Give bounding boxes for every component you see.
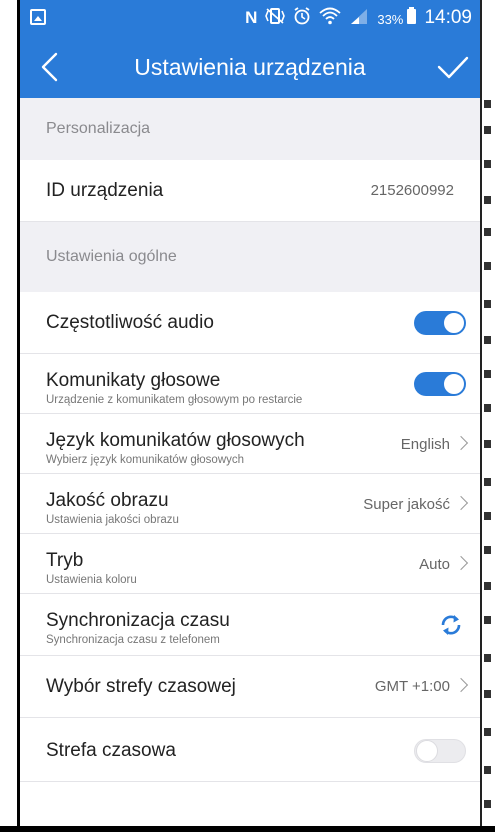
section-header-personalization: Personalizacja	[20, 98, 480, 160]
image-quality-label: Jakość obrazu	[46, 490, 169, 511]
row-time-sync: Synchronizacja czasu Synchronizacja czas…	[20, 594, 480, 656]
mode-sub: Ustawienia koloru	[46, 574, 137, 586]
status-bar: N 33% 14:09	[20, 0, 480, 36]
image-quality-value-text: Super jakość	[363, 496, 450, 513]
row-timezone-select[interactable]: Wybór strefy czasowej GMT +1:00	[20, 656, 480, 718]
row-timezone: Strefa czasowa	[20, 718, 480, 782]
left-frame-border	[0, 0, 20, 832]
row-image-quality[interactable]: Jakość obrazu Ustawienia jakości obrazu …	[20, 474, 480, 534]
status-icons: N 33%	[245, 6, 416, 30]
audio-frequency-label: Częstotliwość audio	[46, 312, 214, 333]
timezone-label: Strefa czasowa	[46, 740, 176, 761]
chevron-left-icon	[41, 52, 58, 82]
mode-value-text: Auto	[419, 556, 450, 573]
timezone-select-label: Wybór strefy czasowej	[46, 676, 236, 697]
sync-icon[interactable]	[438, 612, 464, 638]
timezone-select-value-text: GMT +1:00	[374, 678, 450, 695]
voice-messages-label: Komunikaty głosowe	[46, 370, 221, 391]
row-device-id: ID urządzenia 2152600992	[20, 160, 480, 222]
page-title: Ustawienia urządzenia	[134, 54, 366, 80]
mode-value: Auto	[419, 555, 469, 573]
voice-language-value-text: English	[400, 436, 450, 453]
device-id-label: ID urządzenia	[46, 180, 164, 201]
chevron-right-icon	[453, 555, 469, 571]
row-partial-next	[20, 782, 480, 826]
battery-percent: 33%	[377, 12, 404, 27]
row-audio-frequency: Częstotliwość audio	[20, 292, 480, 354]
device-screen: N 33% 14:09 Ustawienia urządzenia Person…	[20, 0, 480, 826]
section-header-general: Ustawienia ogólne	[20, 222, 480, 292]
notification-image-icon	[30, 9, 46, 25]
voice-language-label: Język komunikatów głosowych	[46, 430, 305, 451]
mode-label: Tryb	[46, 550, 84, 571]
time-sync-sub: Synchronizacja czasu z telefonem	[46, 634, 220, 646]
vibrate-icon	[265, 7, 286, 30]
row-voice-language[interactable]: Język komunikatów głosowych Wybierz języ…	[20, 414, 480, 474]
voice-language-sub: Wybierz język komunikatów głosowych	[46, 454, 245, 466]
bottom-frame-border	[0, 826, 495, 832]
nfc-icon: N	[245, 8, 258, 27]
voice-messages-sub: Urządzenie z komunikatem głosowym po res…	[46, 394, 303, 406]
voice-messages-toggle[interactable]	[414, 372, 466, 396]
status-time: 14:09	[424, 7, 472, 28]
battery-indicator: 33%	[377, 7, 416, 27]
chevron-right-icon	[453, 435, 469, 451]
wifi-icon	[319, 7, 341, 30]
timezone-select-value: GMT +1:00	[374, 677, 469, 695]
back-button[interactable]	[34, 50, 68, 84]
voice-language-value: English	[400, 435, 469, 453]
audio-frequency-toggle[interactable]	[414, 311, 466, 335]
signal-icon	[349, 7, 369, 30]
chevron-right-icon	[453, 677, 469, 693]
battery-charging-icon	[407, 7, 416, 24]
confirm-button[interactable]	[436, 50, 470, 84]
chevron-right-icon	[453, 495, 469, 511]
row-voice-messages: Komunikaty głosowe Urządzenie z komunika…	[20, 354, 480, 414]
timezone-toggle[interactable]	[414, 739, 466, 763]
device-id-value: 2152600992	[370, 182, 454, 199]
row-mode[interactable]: Tryb Ustawienia koloru Auto	[20, 534, 480, 594]
time-sync-label: Synchronizacja czasu	[46, 610, 230, 631]
image-quality-sub: Ustawienia jakości obrazu	[46, 514, 179, 526]
alarm-icon	[293, 6, 311, 30]
image-quality-value: Super jakość	[363, 495, 469, 513]
app-bar: Ustawienia urządzenia	[20, 36, 480, 98]
right-edge-strip	[480, 0, 495, 832]
check-icon	[437, 56, 469, 79]
